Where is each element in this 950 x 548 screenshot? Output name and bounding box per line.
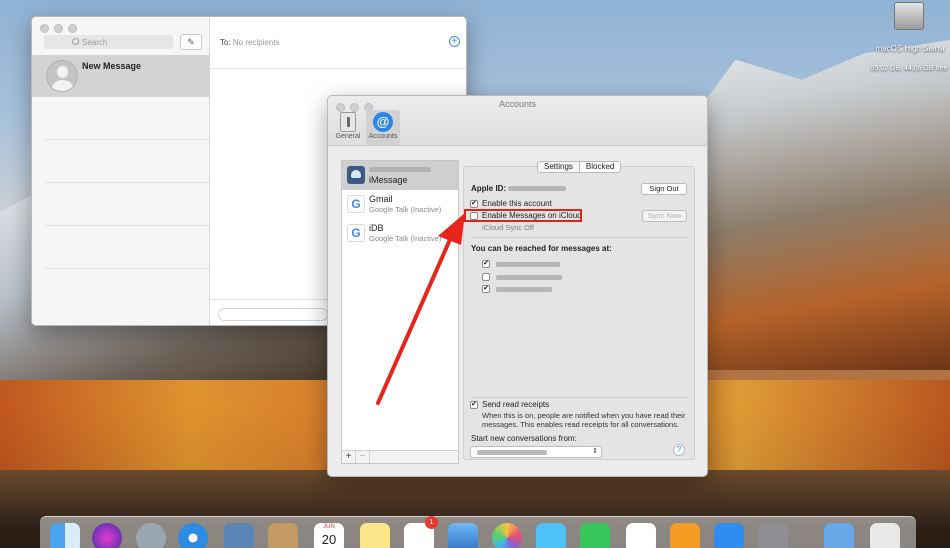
maps-icon[interactable] [448, 523, 478, 548]
reminders-icon[interactable]: 1 [404, 516, 438, 548]
itunes-icon[interactable] [626, 523, 656, 548]
mail-stamp-icon[interactable] [224, 523, 254, 548]
launchpad-icon[interactable] [136, 523, 166, 548]
siri-icon[interactable] [92, 523, 122, 548]
notification-badge: 1 [425, 516, 438, 529]
facetime-icon[interactable] [580, 523, 610, 548]
annotation-arrow [376, 213, 465, 405]
contacts-icon[interactable] [268, 523, 298, 548]
calendar-icon[interactable]: 20 [314, 523, 344, 548]
messages-app-icon[interactable] [536, 523, 566, 548]
system-preferences-icon[interactable] [758, 523, 788, 548]
calendar-day: 20 [321, 532, 337, 547]
safari-icon[interactable] [178, 523, 208, 548]
finder-icon[interactable] [50, 523, 80, 548]
downloads-folder-icon[interactable] [824, 523, 854, 548]
notes-icon[interactable] [360, 523, 390, 548]
trash-icon[interactable] [870, 523, 900, 548]
ibooks-icon[interactable] [670, 523, 700, 548]
dock: 20 1 [40, 516, 916, 548]
app-store-icon[interactable] [714, 523, 744, 548]
photos-icon[interactable] [492, 523, 522, 548]
